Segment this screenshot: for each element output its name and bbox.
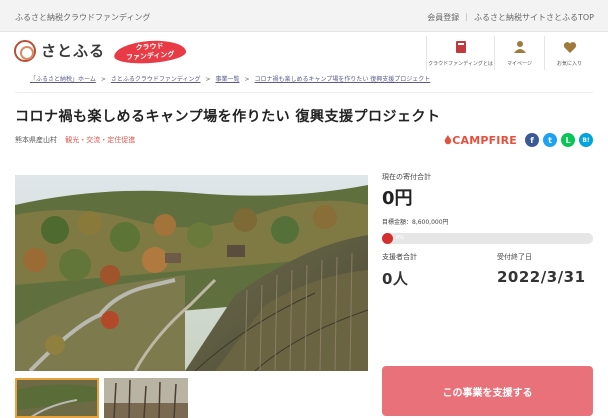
logo-text[interactable]: さとふる (41, 40, 105, 61)
share-bar: CAMPFIRE f t L B! (444, 133, 593, 147)
line-icon[interactable]: L (561, 133, 575, 147)
campfire-text: CAMPFIRE (452, 133, 517, 147)
deadline-label: 受付終了日 (497, 253, 532, 261)
link-separator: | (465, 12, 468, 21)
about-crowdfunding-button[interactable]: クラウドファンディングとは (426, 36, 494, 70)
book-icon (455, 38, 467, 56)
progress-indicator (382, 233, 393, 244)
main-project-image (15, 175, 368, 371)
thumbnail-2[interactable] (104, 378, 188, 418)
mypage-button[interactable]: マイページ (494, 36, 544, 70)
flame-icon (444, 135, 452, 145)
thumbnail-strip (15, 378, 188, 418)
satofull-top-link[interactable]: ふるさと納税サイトさとふるTOP (474, 12, 594, 23)
site-header: さとふる クラウド ファンディング クラウドファンディングとは マイページ お気… (0, 32, 608, 72)
category-tags[interactable]: 観光・交流・定住促進 (65, 136, 135, 144)
breadcrumb-home[interactable]: 「ふるさと納税」ホーム (30, 76, 96, 83)
current-total-value: 0円 (382, 188, 413, 209)
favorites-button[interactable]: お気に入り (544, 36, 594, 70)
breadcrumb: 「ふるさと納税」ホーム > さとふるクラウドファンディング > 事業一覧 > コロナ禍も楽し… (30, 74, 430, 83)
current-total-label: 現在の寄付合計 (382, 173, 431, 181)
breadcrumb-project-list[interactable]: 事業一覧 (215, 76, 239, 83)
deadline-stat: 受付終了日 2022/3/31 (497, 252, 586, 286)
facebook-icon[interactable]: f (525, 133, 539, 147)
funding-summary: 現在の寄付合計 0円 目標金額：8,600,000円 (382, 172, 593, 226)
breadcrumb-separator: > (205, 76, 211, 83)
progress-bar: 0% (382, 233, 593, 244)
about-label: クラウドファンディングとは (428, 61, 493, 67)
campfire-logo[interactable]: CAMPFIRE (444, 134, 517, 147)
supporters-value: 0人 (382, 270, 409, 288)
site-label: ふるさと納税クラウドファンディング (15, 13, 151, 22)
register-link[interactable]: 会員登録 (427, 12, 459, 23)
breadcrumb-crowdfunding[interactable]: さとふるクラウドファンディング (111, 76, 201, 83)
heart-icon (563, 38, 577, 56)
supporters-stat: 支援者合計 0人 (382, 252, 417, 289)
satofull-logo-icon[interactable] (14, 40, 36, 62)
divider (15, 92, 593, 93)
top-utility-bar: ふるさと納税クラウドファンディング 会員登録 | ふるさと納税サイトさとふるTO… (0, 0, 608, 32)
support-project-button[interactable]: この事業を支援する (382, 366, 593, 416)
municipality: 熊本県産山村 (15, 136, 57, 144)
deadline-value: 2022/3/31 (497, 268, 586, 286)
breadcrumb-separator: > (100, 76, 106, 83)
header-icon-nav: クラウドファンディングとは マイページ お気に入り (426, 36, 594, 70)
breadcrumb-separator: > (244, 76, 250, 83)
hatena-icon[interactable]: B! (579, 133, 593, 147)
twitter-icon[interactable]: t (543, 133, 557, 147)
mypage-label: マイページ (507, 61, 532, 67)
crowdfunding-badge[interactable]: クラウド ファンディング (113, 38, 187, 66)
supporters-label: 支援者合計 (382, 253, 417, 261)
top-links: 会員登録 | ふるさと納税サイトさとふるTOP (427, 12, 594, 23)
favorites-label: お気に入り (556, 61, 582, 67)
thumbnail-1[interactable] (15, 378, 99, 418)
progress-percent: 0% (396, 235, 404, 241)
person-icon (513, 38, 527, 56)
page-title: コロナ禍も楽しめるキャンプ場を作りたい 復興支援プロジェクト (15, 109, 441, 125)
breadcrumb-current[interactable]: コロナ禍も楽しめるキャンプ場を作りたい 復興支援プロジェクト (255, 76, 431, 83)
goal-amount: 目標金額：8,600,000円 (382, 219, 449, 226)
project-meta: 熊本県産山村 観光・交流・定住促進 (15, 135, 135, 145)
